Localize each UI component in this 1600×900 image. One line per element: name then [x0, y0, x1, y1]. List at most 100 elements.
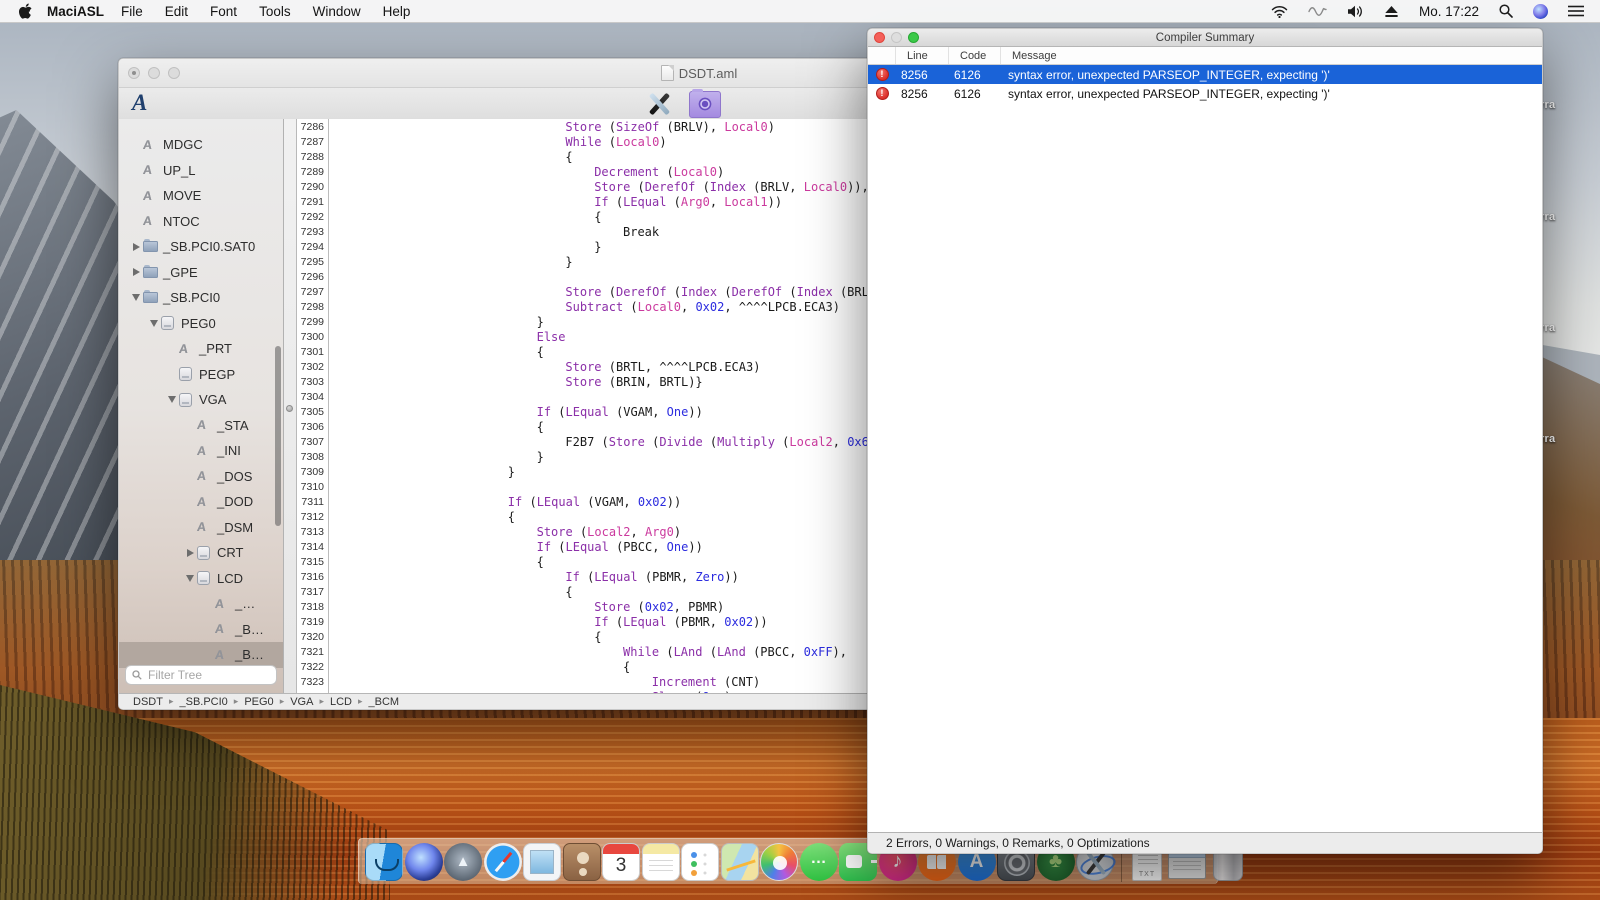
menu-clock[interactable]: Mo. 17:22 [1419, 4, 1479, 19]
sidebar-item-ini[interactable]: A_INI [119, 438, 283, 464]
dock-icon-safari[interactable] [484, 843, 522, 881]
sidebar-item-dsm[interactable]: A_DSM [119, 515, 283, 541]
dock-icon-reminders[interactable] [681, 843, 719, 881]
breadcrumb-item-vga[interactable]: VGA [290, 696, 313, 708]
menu-item-edit[interactable]: Edit [154, 4, 199, 19]
sidebar-item-label: _B… [235, 622, 264, 637]
error-table: !82566126syntax error, unexpected PARSEO… [868, 65, 1542, 832]
error-row-1[interactable]: !82566126syntax error, unexpected PARSEO… [868, 84, 1542, 103]
sidebar-item-sbpci0[interactable]: _SB.PCI0 [119, 285, 283, 311]
document-proxy-icon[interactable] [661, 65, 674, 81]
dock-icon-photos[interactable] [760, 843, 798, 881]
sidebar-item-ntoc[interactable]: ANTOC [119, 209, 283, 235]
font-tool-button[interactable]: A [132, 90, 147, 116]
dock-icon-finder[interactable] [365, 843, 403, 881]
disclosure-triangle-icon[interactable] [129, 294, 143, 301]
wave-icon[interactable] [1308, 6, 1327, 17]
split-divider[interactable] [284, 119, 297, 694]
breadcrumb-separator-icon: ▸ [234, 696, 239, 707]
method-icon: A [197, 495, 217, 509]
column-line[interactable]: Line [896, 47, 949, 64]
menu-item-help[interactable]: Help [372, 4, 422, 19]
sidebar-item-label: _STA [217, 418, 249, 433]
dock-icon-notes[interactable] [642, 843, 680, 881]
sidebar-scrollbar[interactable] [275, 346, 281, 526]
sidebar-item-mdgc[interactable]: AMDGC [119, 132, 283, 158]
dock-icon-mail[interactable] [523, 843, 561, 881]
patch-folder-icon[interactable] [689, 91, 721, 118]
sidebar-item-sbpci0sat0[interactable]: _SB.PCI0.SAT0 [119, 234, 283, 260]
wifi-icon[interactable] [1271, 5, 1288, 18]
sidebar-item-b[interactable]: A_B… [119, 642, 283, 668]
disclosure-triangle-icon[interactable] [183, 575, 197, 582]
sidebar-item-label: NTOC [163, 214, 200, 229]
apple-menu[interactable] [19, 3, 33, 19]
method-icon: A [215, 597, 235, 611]
disclosure-triangle-icon[interactable] [183, 549, 197, 557]
dock-icon-calendar[interactable]: 3 [602, 843, 640, 881]
error-row-0[interactable]: !82566126syntax error, unexpected PARSEO… [868, 65, 1542, 84]
compiler-titlebar[interactable]: Compiler Summary [868, 29, 1542, 47]
filter-tree-input[interactable] [146, 667, 276, 683]
menu-item-file[interactable]: File [110, 4, 154, 19]
sidebar-item-label: UP_L [163, 163, 196, 178]
disclosure-triangle-icon[interactable] [129, 268, 143, 276]
menu-item-window[interactable]: Window [302, 4, 372, 19]
dock-icon-siri[interactable] [405, 843, 443, 881]
breadcrumb-item-bcm[interactable]: _BCM [369, 696, 400, 708]
disclosure-triangle-icon[interactable] [147, 320, 161, 327]
notification-center-icon[interactable] [1568, 5, 1584, 17]
siri-icon[interactable] [1533, 4, 1548, 19]
active-app-menu[interactable]: MaciASL [47, 4, 104, 19]
line-number: 7303 [297, 375, 328, 390]
sidebar-item-label: MDGC [163, 137, 203, 152]
breadcrumb-item-dsdt[interactable]: DSDT [133, 696, 163, 708]
breadcrumb-item-lcd[interactable]: LCD [330, 696, 352, 708]
dock-icon-launchpad[interactable]: ▲ [444, 843, 482, 881]
line-number: 7315 [297, 555, 328, 570]
sidebar-item-label: _… [235, 596, 255, 611]
breadcrumb-separator-icon: ▸ [358, 696, 363, 707]
sidebar-item-vga[interactable]: VGA [119, 387, 283, 413]
method-icon: A [197, 444, 217, 458]
sidebar-item-lcd[interactable]: LCD [119, 566, 283, 592]
sidebar-item-b[interactable]: A_B… [119, 617, 283, 643]
column-icon [868, 47, 896, 64]
method-icon: A [215, 622, 235, 636]
breadcrumb-item-sbpci0[interactable]: _SB.PCI0 [179, 696, 227, 708]
sidebar-item-crt[interactable]: CRT [119, 540, 283, 566]
line-number: 7316 [297, 570, 328, 585]
filter-field[interactable] [125, 665, 277, 685]
sidebar-item-dod[interactable]: A_DOD [119, 489, 283, 515]
sidebar-item-label: _DOS [217, 469, 252, 484]
sidebar-item-sta[interactable]: A_STA [119, 413, 283, 439]
dock-icon-messages[interactable]: … [800, 843, 838, 881]
compiler-summary-window[interactable]: Compiler Summary Line Code Message !8256… [867, 28, 1543, 854]
compile-tools-icon[interactable] [646, 92, 672, 116]
column-code[interactable]: Code [949, 47, 1001, 64]
dock-icon-contacts[interactable] [563, 843, 601, 881]
sidebar-item-prt[interactable]: A_PRT [119, 336, 283, 362]
column-message[interactable]: Message [1001, 47, 1542, 64]
split-divider-dimple[interactable] [286, 405, 293, 412]
menu-item-tools[interactable]: Tools [248, 4, 302, 19]
disclosure-triangle-icon[interactable] [129, 243, 143, 251]
sidebar-item-gpe[interactable]: _GPE [119, 260, 283, 286]
sidebar-item-upl[interactable]: AUP_L [119, 158, 283, 184]
sidebar-item-move[interactable]: AMOVE [119, 183, 283, 209]
sidebar-item-peg0[interactable]: PEG0 [119, 311, 283, 337]
eject-icon[interactable] [1384, 5, 1399, 18]
breadcrumb-item-peg0[interactable]: PEG0 [244, 696, 273, 708]
dock-icon-maps[interactable] [721, 843, 759, 881]
dock-icon-window-preview[interactable] [1168, 851, 1206, 879]
sidebar-item-pegp[interactable]: PEGP [119, 362, 283, 388]
sidebar-item-[interactable]: A_… [119, 591, 283, 617]
sidebar-item-dos[interactable]: A_DOS [119, 464, 283, 490]
method-icon: A [197, 469, 217, 483]
volume-icon[interactable] [1347, 5, 1364, 18]
menu-item-font[interactable]: Font [199, 4, 248, 19]
method-icon: A [143, 163, 163, 177]
spotlight-search-icon[interactable] [1499, 4, 1513, 18]
sidebar-item-label: LCD [217, 571, 243, 586]
disclosure-triangle-icon[interactable] [165, 396, 179, 403]
